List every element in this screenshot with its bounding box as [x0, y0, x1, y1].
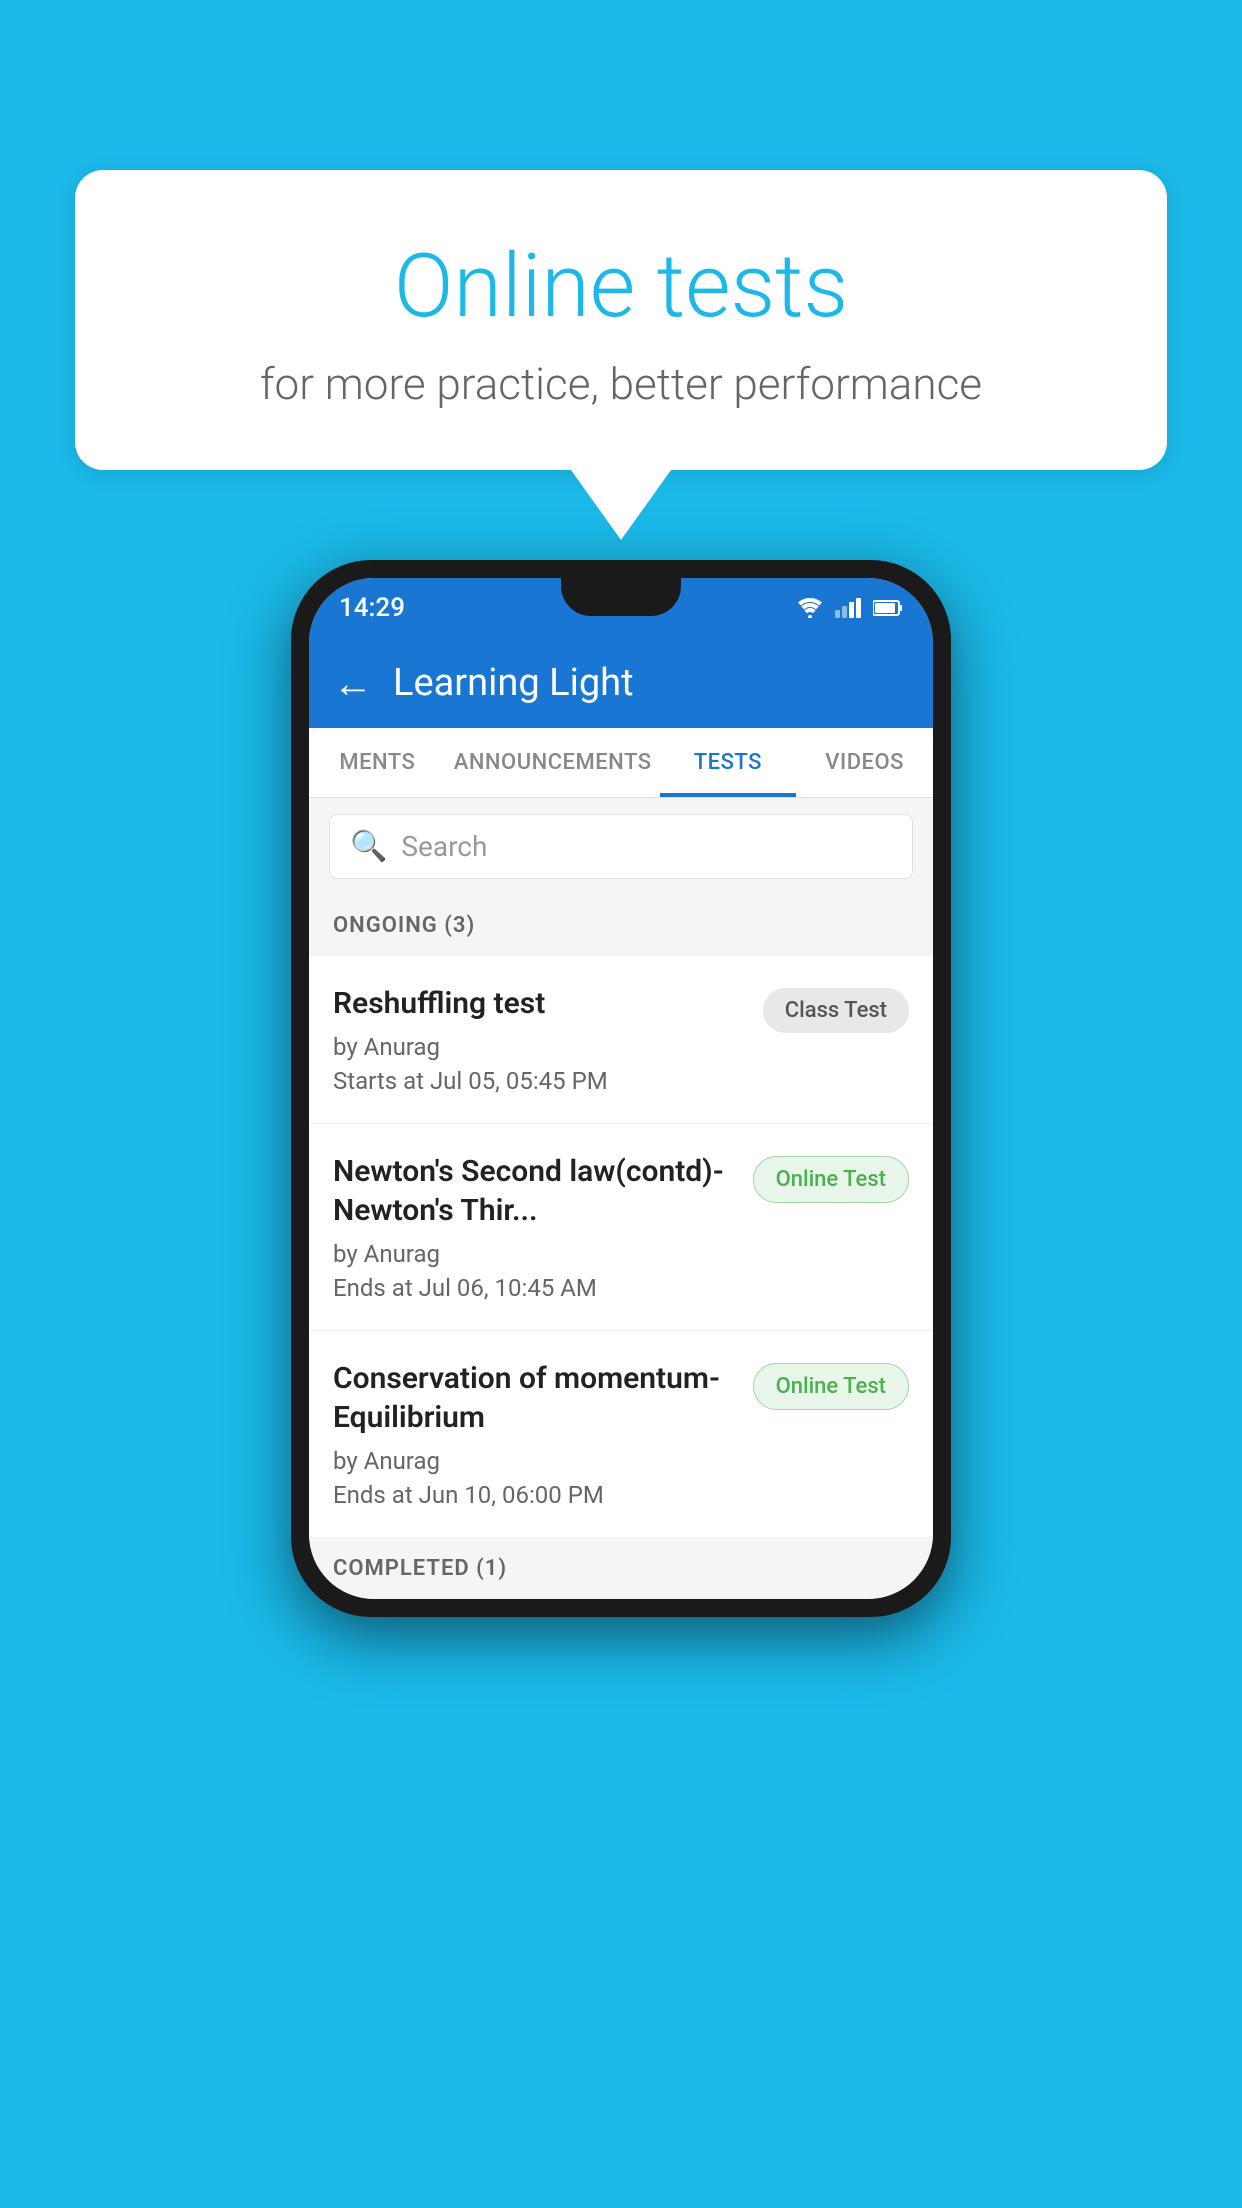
test-info-conservation: Conservation of momentum-Equilibrium by … — [333, 1359, 753, 1509]
tabs-container: MENTS ANNOUNCEMENTS TESTS VIDEOS — [309, 728, 933, 798]
test-item-reshuffling[interactable]: Reshuffling test by Anurag Starts at Jul… — [309, 956, 933, 1124]
ongoing-section-header: ONGOING (3) — [309, 895, 933, 956]
speech-bubble-container: Online tests for more practice, better p… — [75, 170, 1167, 540]
test-item-newton[interactable]: Newton's Second law(contd)-Newton's Thir… — [309, 1124, 933, 1331]
test-name-newton: Newton's Second law(contd)-Newton's Thir… — [333, 1152, 733, 1230]
test-badge-reshuffling: Class Test — [763, 988, 909, 1033]
test-author-reshuffling: by Anurag — [333, 1033, 743, 1061]
test-name-conservation: Conservation of momentum-Equilibrium — [333, 1359, 733, 1437]
status-time: 14:29 — [339, 593, 405, 623]
battery-icon — [873, 599, 903, 617]
test-author-newton: by Anurag — [333, 1240, 733, 1268]
online-tests-subtitle: for more practice, better performance — [155, 358, 1087, 410]
test-badge-conservation: Online Test — [753, 1363, 909, 1410]
ongoing-label: ONGOING (3) — [333, 913, 475, 938]
completed-label: COMPLETED (1) — [333, 1556, 507, 1581]
tab-videos[interactable]: VIDEOS — [796, 728, 933, 797]
search-icon: 🔍 — [350, 829, 387, 864]
completed-section-header: COMPLETED (1) — [309, 1538, 933, 1599]
signal-icon — [835, 598, 861, 618]
test-name-reshuffling: Reshuffling test — [333, 984, 743, 1023]
tab-tests[interactable]: TESTS — [660, 728, 797, 797]
speech-bubble: Online tests for more practice, better p… — [75, 170, 1167, 470]
back-button[interactable]: ← — [333, 660, 373, 707]
phone-screen: 14:29 — [309, 578, 933, 1599]
app-title: Learning Light — [393, 661, 634, 705]
test-time-conservation: Ends at Jun 10, 06:00 PM — [333, 1481, 733, 1509]
test-info-newton: Newton's Second law(contd)-Newton's Thir… — [333, 1152, 753, 1302]
test-badge-newton: Online Test — [753, 1156, 909, 1203]
status-bar: 14:29 — [309, 578, 933, 638]
test-list: Reshuffling test by Anurag Starts at Jul… — [309, 956, 933, 1538]
notch — [561, 578, 681, 616]
status-icons — [797, 598, 903, 618]
search-bar[interactable]: 🔍 Search — [329, 814, 913, 879]
test-info-reshuffling: Reshuffling test by Anurag Starts at Jul… — [333, 984, 763, 1095]
wifi-icon — [797, 598, 823, 618]
test-time-reshuffling: Starts at Jul 05, 05:45 PM — [333, 1067, 743, 1095]
tab-announcements[interactable]: ANNOUNCEMENTS — [446, 728, 660, 797]
test-item-conservation[interactable]: Conservation of momentum-Equilibrium by … — [309, 1331, 933, 1538]
test-time-newton: Ends at Jul 06, 10:45 AM — [333, 1274, 733, 1302]
search-container: 🔍 Search — [309, 798, 933, 895]
phone-container: 14:29 — [291, 560, 951, 1617]
test-author-conservation: by Anurag — [333, 1447, 733, 1475]
speech-bubble-tail — [571, 470, 671, 540]
phone-outer: 14:29 — [291, 560, 951, 1617]
app-bar: ← Learning Light — [309, 638, 933, 728]
tab-ments[interactable]: MENTS — [309, 728, 446, 797]
online-tests-title: Online tests — [155, 235, 1087, 338]
search-placeholder: Search — [401, 830, 487, 863]
